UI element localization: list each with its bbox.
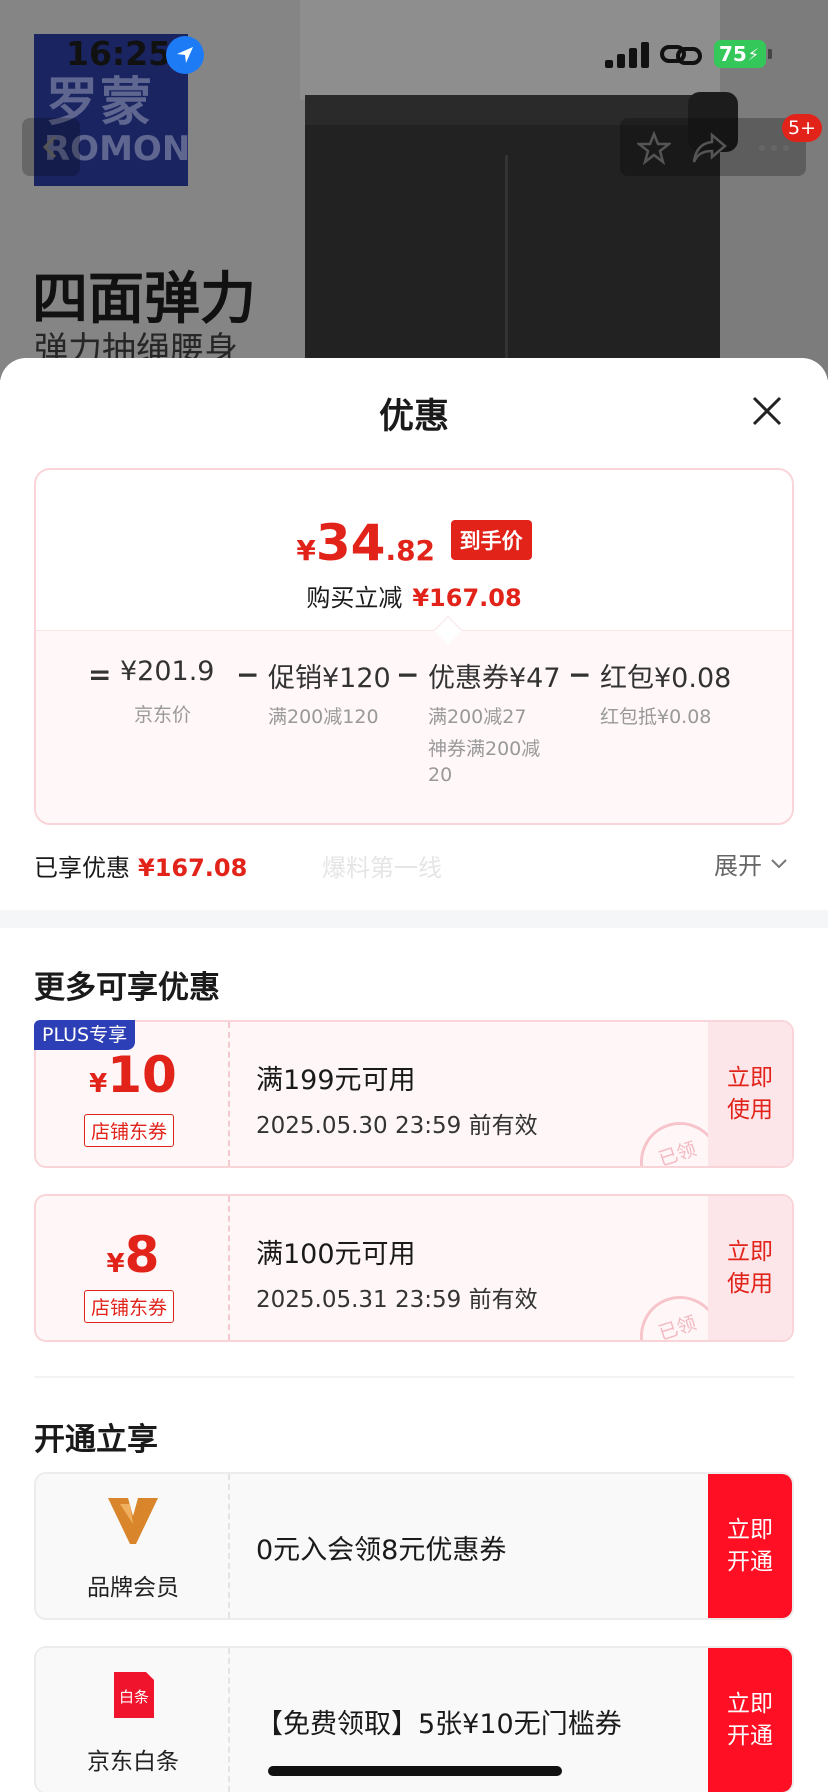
open-benefits-title: 开通立享 (34, 1422, 158, 1458)
final-price: ¥34.82 到手价 (36, 514, 792, 572)
open-now-button[interactable]: 立即 开通 (708, 1474, 792, 1618)
battery-indicator: 75 ⚡ (714, 40, 772, 68)
breakdown-sub: 京东价 (134, 704, 192, 726)
section-divider (0, 910, 828, 928)
membership-name: 京东白条 (87, 1749, 179, 1775)
plus-exclusive-badge: PLUS专享 (34, 1020, 136, 1050)
membership-card: 品牌会员 0元入会领8元优惠券 立即 开通 (34, 1472, 794, 1620)
purchase-reduction: 购买立减 ¥167.08 (306, 584, 522, 612)
svg-text:白条: 白条 (119, 1688, 149, 1706)
membership-name: 品牌会员 (87, 1575, 179, 1601)
breakdown-sub: 红包抵¥0.08 (600, 706, 712, 728)
favorite-star-icon[interactable] (634, 128, 674, 168)
back-button[interactable] (22, 118, 80, 176)
cart-badge: 5+ (782, 114, 823, 142)
breakdown-jd-price: ¥201.9 (120, 656, 215, 687)
minus-sign: − (396, 658, 420, 691)
coupon-kind: 店铺东券 (84, 1290, 175, 1323)
coupon-expiry: 2025.05.31 23:59 前有效 (256, 1287, 538, 1313)
status-time: 16:25 (66, 34, 172, 73)
share-icon[interactable] (690, 128, 730, 168)
equals-sign: = (88, 658, 112, 691)
watermark-text: 爆料第一线 (322, 854, 442, 882)
close-icon (752, 396, 782, 426)
baitiao-icon: 白条 (106, 1668, 160, 1722)
coupon-kind: 店铺东券 (84, 1114, 175, 1147)
coupon-expiry: 2025.05.30 23:59 前有效 (256, 1113, 538, 1139)
open-now-button[interactable]: 立即 开通 (708, 1648, 792, 1792)
brand-v-icon (106, 1494, 160, 1548)
home-indicator (268, 1766, 562, 1776)
price-breakdown-card: ¥34.82 到手价 购买立减 ¥167.08 = ¥201.9 − 促销¥120… (34, 468, 794, 825)
personal-hotspot-icon (660, 40, 702, 70)
breakdown-redpacket: 红包¥0.08 (600, 663, 732, 694)
more-discounts-title: 更多可享优惠 (34, 970, 220, 1006)
discount-sheet: 优惠 ¥34.82 到手价 购买立减 ¥167.08 = ¥201.9 − 促销¥… (0, 358, 828, 1792)
coupon-card: ¥8 店铺东券 满100元可用 2025.05.31 23:59 前有效 已领 … (34, 1194, 794, 1342)
sheet-title: 优惠 (378, 397, 449, 437)
membership-desc: 0元入会领8元优惠券 (256, 1535, 507, 1566)
enjoyed-discount: 已享优惠 ¥167.08 (34, 854, 248, 882)
close-button[interactable] (746, 390, 788, 432)
breakdown-promo: 促销¥120 (268, 663, 391, 694)
breakdown-sub: 满200减120 (268, 706, 379, 728)
breakdown-sub: 20 (428, 764, 453, 786)
divider-line (34, 1376, 794, 1378)
coupon-card: ¥10 店铺东券 满199元可用 2025.05.30 23:59 前有效 已领… (34, 1020, 794, 1168)
coupon-condition: 满100元可用 (256, 1239, 416, 1270)
use-now-button[interactable]: 立即 使用 (708, 1022, 792, 1166)
chevron-left-icon (42, 135, 57, 159)
membership-desc: 【免费领取】5张¥10无门槛券 (256, 1709, 622, 1740)
cellular-signal-icon (605, 42, 649, 68)
breakdown-sub: 神券满200减 (428, 738, 541, 760)
expand-button[interactable]: 展开 (714, 846, 788, 881)
minus-sign: − (568, 658, 592, 691)
use-now-button[interactable]: 立即 使用 (708, 1196, 792, 1340)
location-arrow-icon (166, 36, 204, 74)
minus-sign: − (236, 658, 260, 691)
top-nav-actions (620, 118, 806, 176)
final-price-tag: 到手价 (450, 520, 532, 560)
breakdown-sub: 满200减27 (428, 706, 527, 728)
coupon-condition: 满199元可用 (256, 1065, 416, 1096)
chevron-down-icon (771, 858, 787, 868)
breakdown-coupon: 优惠券¥47 (428, 663, 561, 694)
